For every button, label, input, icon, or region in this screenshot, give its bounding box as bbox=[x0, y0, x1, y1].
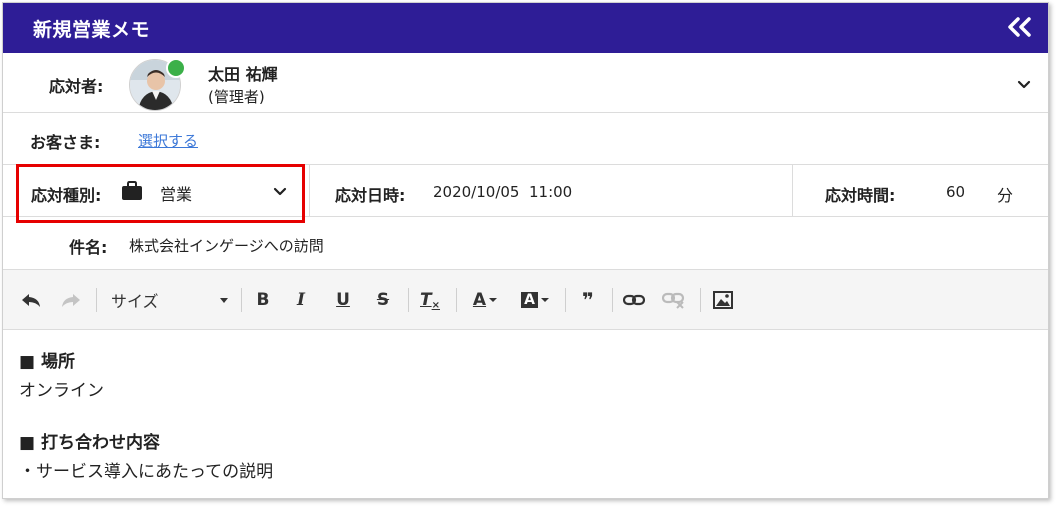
font-color-button[interactable]: A bbox=[467, 288, 503, 312]
unlink-button[interactable] bbox=[661, 288, 687, 312]
bold-button[interactable]: B bbox=[251, 288, 275, 312]
caret-down-icon bbox=[220, 298, 228, 303]
toolbar-separator bbox=[565, 288, 566, 312]
datetime-value[interactable]: 2020/10/05 11:00 bbox=[433, 183, 572, 201]
font-size-label: サイズ bbox=[111, 292, 159, 311]
highlight-annotation-box bbox=[16, 164, 305, 223]
responder-role: (管理者) bbox=[208, 88, 265, 106]
content-line-location: オンライン bbox=[19, 381, 104, 401]
insert-image-button[interactable] bbox=[711, 288, 735, 312]
caret-down-icon bbox=[489, 298, 498, 302]
font-size-select[interactable]: サイズ bbox=[111, 288, 229, 312]
toolbar-separator bbox=[96, 288, 97, 312]
toolbar-separator bbox=[456, 288, 457, 312]
background-color-button[interactable]: A bbox=[515, 288, 555, 312]
toolbar-separator bbox=[612, 288, 613, 312]
responder-name: 太田 祐輝 bbox=[208, 65, 278, 84]
toolbar-separator bbox=[241, 288, 242, 312]
customer-label: お客さま: bbox=[30, 133, 101, 152]
editor-content[interactable]: ■ 場所 オンライン ■ 打ち合わせ内容 ・サービス導入にあたっての説明 bbox=[19, 351, 273, 483]
customer-row: お客さま: 選択する bbox=[3, 113, 1048, 165]
online-status-indicator bbox=[166, 58, 186, 78]
sales-memo-panel: 新規営業メモ 応対者: 太田 祐輝 (管理者) お客さま: 選択する 応対種別:… bbox=[2, 2, 1049, 499]
content-line-meeting: ・サービス導入にあたっての説明 bbox=[19, 462, 274, 482]
redo-button[interactable] bbox=[59, 288, 83, 312]
chevron-down-icon[interactable] bbox=[1016, 77, 1032, 93]
datetime-label: 応対日時: bbox=[335, 186, 406, 205]
underline-button[interactable]: U bbox=[331, 288, 355, 312]
content-heading-location: ■ 場所 bbox=[19, 352, 75, 372]
editor-toolbar: サイズ B I U S T × A A ❞ bbox=[3, 270, 1048, 330]
clear-format-button[interactable]: T × bbox=[417, 288, 443, 312]
redo-icon bbox=[62, 294, 80, 307]
select-customer-link[interactable]: 選択する bbox=[138, 130, 198, 151]
font-color-icon: A bbox=[472, 290, 487, 310]
duration-value[interactable]: 60 bbox=[946, 183, 965, 201]
divider bbox=[309, 165, 310, 216]
subject-row: 件名: 株式会社インゲージへの訪問 bbox=[3, 217, 1048, 270]
caret-down-icon bbox=[540, 298, 549, 302]
blockquote-button[interactable]: ❞ bbox=[575, 288, 601, 312]
divider bbox=[792, 165, 793, 216]
content-heading-meeting: ■ 打ち合わせ内容 bbox=[19, 433, 160, 453]
duration-label: 応対時間: bbox=[825, 186, 896, 205]
x-mark-icon: × bbox=[431, 299, 440, 311]
double-chevron-left-icon bbox=[1008, 17, 1031, 37]
responder-label: 応対者: bbox=[49, 77, 104, 96]
toolbar-separator bbox=[700, 288, 701, 312]
insert-link-button[interactable] bbox=[621, 288, 647, 312]
clear-format-icon: T bbox=[420, 290, 432, 310]
panel-title: 新規営業メモ bbox=[33, 19, 151, 41]
italic-button[interactable]: I bbox=[289, 288, 313, 312]
toolbar-separator bbox=[408, 288, 409, 312]
responder-row[interactable]: 応対者: 太田 祐輝 (管理者) bbox=[3, 53, 1048, 113]
panel-header: 新規営業メモ bbox=[3, 3, 1048, 53]
link-icon bbox=[623, 294, 645, 306]
image-icon bbox=[713, 291, 733, 309]
unlink-icon bbox=[662, 292, 685, 309]
subject-input[interactable]: 株式会社インゲージへの訪問 bbox=[129, 235, 324, 256]
undo-icon bbox=[22, 294, 40, 307]
subject-label: 件名: bbox=[69, 238, 108, 257]
background-color-icon: A bbox=[521, 292, 538, 308]
collapse-panel-button[interactable] bbox=[1004, 13, 1034, 41]
undo-button[interactable] bbox=[19, 288, 43, 312]
duration-unit: 分 bbox=[997, 186, 1014, 205]
strikethrough-button[interactable]: S bbox=[371, 288, 395, 312]
